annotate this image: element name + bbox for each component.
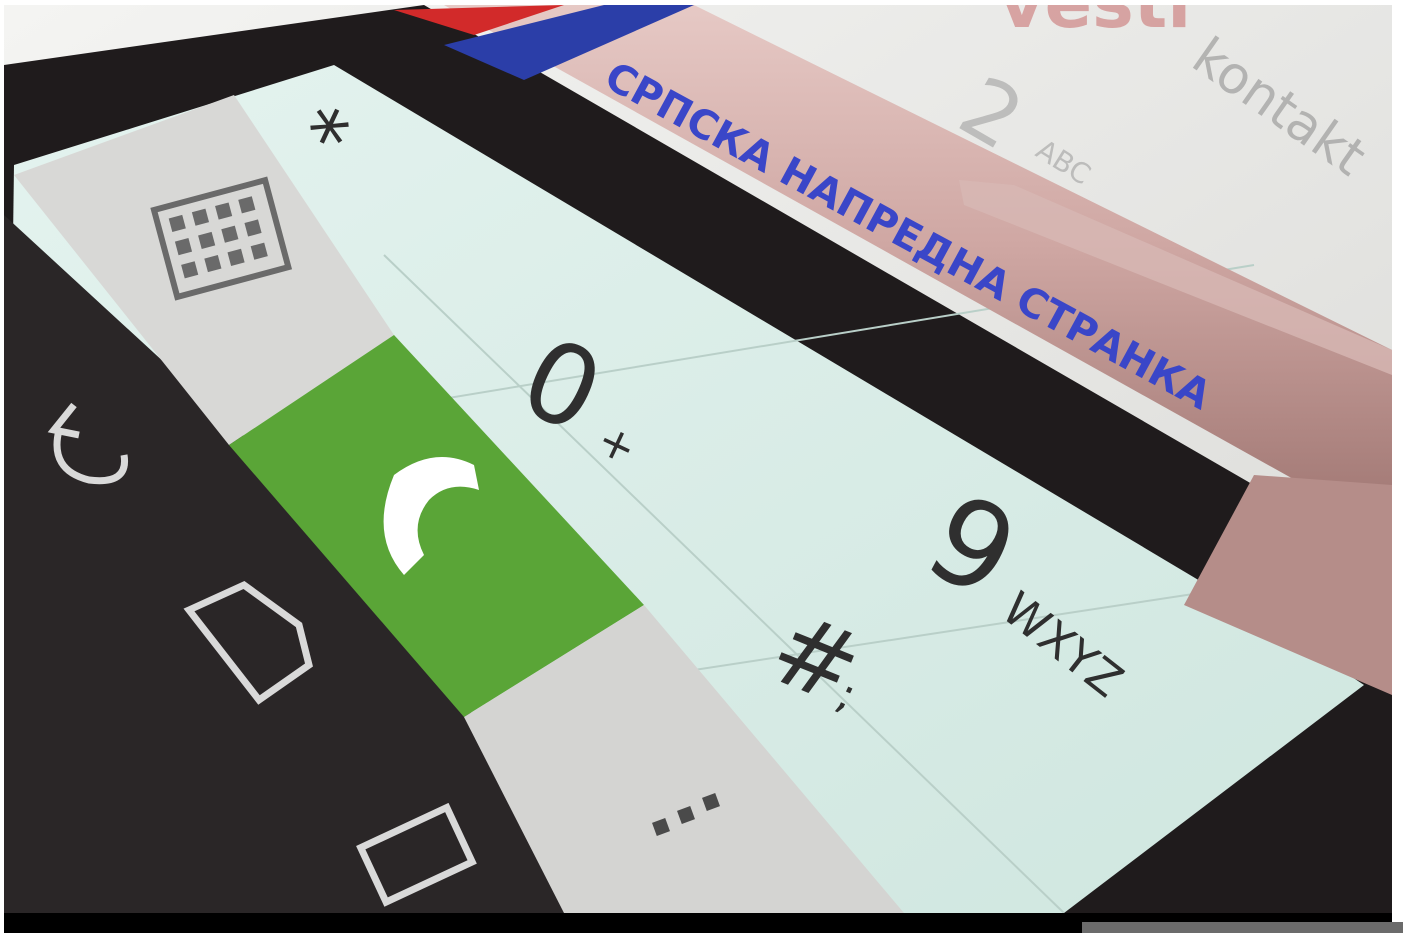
corner-thumbnail (1082, 922, 1403, 933)
photo: vesti kontakt 2 ABC (4, 5, 1392, 913)
background-brand-text: vesti (999, 5, 1191, 44)
